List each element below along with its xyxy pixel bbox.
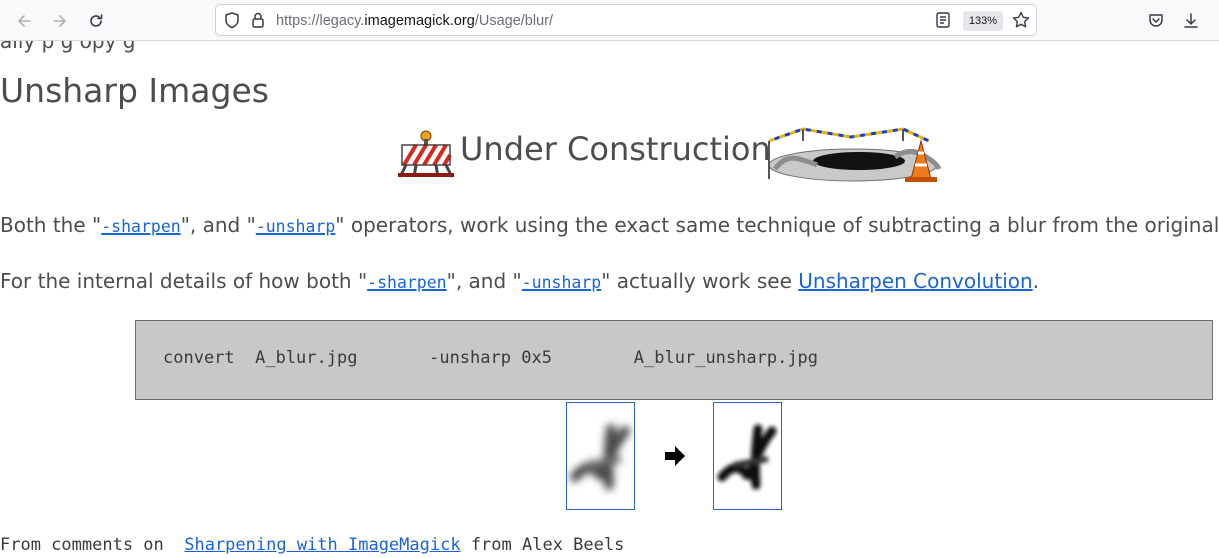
unsharp-option-link[interactable]: -unsharp bbox=[256, 213, 335, 237]
arrow-right-icon bbox=[665, 446, 685, 466]
forward-icon bbox=[53, 15, 66, 27]
lock-icon[interactable] bbox=[249, 11, 267, 29]
pocket-icon bbox=[1149, 14, 1163, 27]
barricade-icon bbox=[398, 130, 454, 178]
unsharp-letter-image bbox=[717, 424, 777, 490]
download-icon bbox=[1184, 13, 1198, 28]
sharpen-option-link[interactable]: -sharpen bbox=[101, 213, 180, 237]
credit-line: From comments on Sharpening with ImageMa… bbox=[0, 535, 624, 555]
paragraph-text: . bbox=[1032, 269, 1040, 293]
blurred-image-link[interactable] bbox=[566, 402, 635, 510]
section-heading: Unsharp Images bbox=[0, 71, 269, 110]
paragraph-text: " operators, work using the exact same t… bbox=[335, 213, 1219, 237]
url-prefix: https://legacy. bbox=[276, 13, 365, 29]
browser-toolbar: https://legacy.imagemagick.org/Usage/blu… bbox=[0, 0, 1219, 41]
bookmark-star-icon[interactable] bbox=[1011, 10, 1031, 30]
sharpen-option-link[interactable]: -sharpen bbox=[367, 269, 446, 293]
paragraph-text: ", and " bbox=[180, 213, 256, 237]
command-box: convert A_blur.jpg -unsharp 0x5 A_blur_u… bbox=[135, 320, 1213, 400]
zoom-level-badge[interactable]: 133% bbox=[963, 11, 1003, 31]
paragraph-sharpen-unsharp: Both the "-sharpen", and "-unsharp" oper… bbox=[0, 213, 1219, 237]
reload-icon bbox=[90, 14, 103, 27]
unsharpen-convolution-link[interactable]: Unsharpen Convolution bbox=[798, 269, 1032, 293]
url-text[interactable]: https://legacy.imagemagick.org/Usage/blu… bbox=[276, 11, 553, 31]
downloads-button[interactable] bbox=[1177, 7, 1205, 35]
construction-title: Under Construction bbox=[460, 130, 771, 168]
unsharp-option-code: -unsharp bbox=[255, 217, 336, 236]
sharpening-with-imagemagick-link[interactable]: Sharpening with ImageMagick bbox=[184, 535, 460, 555]
credit-text: From comments on bbox=[0, 535, 185, 555]
cut-off-text: ally p g opy g bbox=[0, 41, 136, 53]
unsharp-option-link[interactable]: -unsharp bbox=[522, 269, 601, 293]
roadwork-icon bbox=[768, 127, 942, 182]
blurred-letter-image bbox=[570, 424, 630, 490]
unsharp-result-image-link[interactable] bbox=[713, 402, 782, 510]
page-content: ally p g opy g Unsharp Images Under Cons… bbox=[0, 41, 1219, 558]
back-icon bbox=[18, 15, 31, 27]
pocket-button[interactable] bbox=[1142, 7, 1170, 35]
credit-text: from Alex Beels bbox=[460, 535, 625, 555]
forward-button[interactable] bbox=[46, 7, 74, 35]
command-text: convert A_blur.jpg -unsharp 0x5 A_blur_u… bbox=[163, 348, 819, 368]
back-button[interactable] bbox=[10, 7, 38, 35]
paragraph-text: Both the " bbox=[0, 213, 102, 237]
paragraph-text: ", and " bbox=[446, 269, 522, 293]
url-path: /Usage/blur/ bbox=[474, 13, 553, 29]
reader-view-icon[interactable] bbox=[934, 11, 952, 29]
sharpen-option-code: -sharpen bbox=[101, 217, 181, 236]
unsharp-option-code: -unsharp bbox=[521, 273, 602, 292]
reload-button[interactable] bbox=[82, 7, 110, 35]
sharpen-option-code: -sharpen bbox=[367, 273, 447, 292]
shield-icon[interactable] bbox=[223, 11, 241, 29]
paragraph-text: " actually work see bbox=[601, 269, 799, 293]
paragraph-text: For the internal details of how both " bbox=[0, 269, 368, 293]
paragraph-internal-details: For the internal details of how both "-s… bbox=[0, 269, 1039, 293]
address-bar[interactable]: https://legacy.imagemagick.org/Usage/blu… bbox=[215, 4, 1037, 36]
url-host: imagemagick.org bbox=[364, 13, 475, 29]
